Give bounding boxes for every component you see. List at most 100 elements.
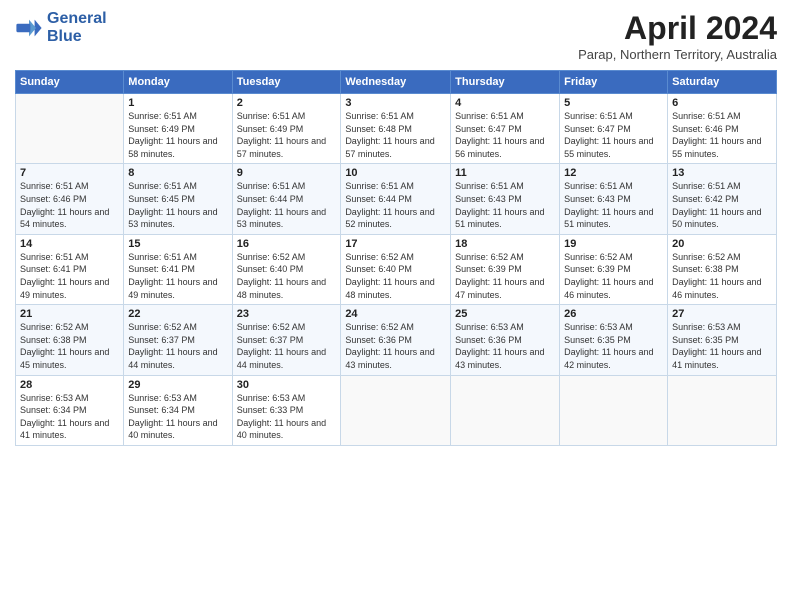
calendar-cell — [341, 375, 451, 445]
day-number: 11 — [455, 167, 555, 179]
calendar-cell: 19Sunrise: 6:52 AM Sunset: 6:39 PM Dayli… — [560, 234, 668, 304]
day-number: 1 — [128, 97, 227, 109]
calendar-cell: 8Sunrise: 6:51 AM Sunset: 6:45 PM Daylig… — [124, 164, 232, 234]
calendar-cell: 13Sunrise: 6:51 AM Sunset: 6:42 PM Dayli… — [668, 164, 777, 234]
cell-info: Sunrise: 6:51 AM Sunset: 6:43 PM Dayligh… — [564, 180, 663, 230]
day-number: 27 — [672, 308, 772, 320]
header-row: Sunday Monday Tuesday Wednesday Thursday… — [16, 71, 777, 94]
day-number: 9 — [237, 167, 337, 179]
day-number: 2 — [237, 97, 337, 109]
cell-info: Sunrise: 6:51 AM Sunset: 6:49 PM Dayligh… — [237, 110, 337, 160]
logo-line1: General — [47, 10, 107, 28]
col-tuesday: Tuesday — [232, 71, 341, 94]
day-number: 21 — [20, 308, 119, 320]
calendar-cell: 25Sunrise: 6:53 AM Sunset: 6:36 PM Dayli… — [451, 305, 560, 375]
cell-info: Sunrise: 6:51 AM Sunset: 6:42 PM Dayligh… — [672, 180, 772, 230]
calendar-cell — [560, 375, 668, 445]
day-number: 12 — [564, 167, 663, 179]
calendar-cell: 7Sunrise: 6:51 AM Sunset: 6:46 PM Daylig… — [16, 164, 124, 234]
day-number: 7 — [20, 167, 119, 179]
calendar-cell: 5Sunrise: 6:51 AM Sunset: 6:47 PM Daylig… — [560, 94, 668, 164]
calendar: Sunday Monday Tuesday Wednesday Thursday… — [15, 70, 777, 446]
cell-info: Sunrise: 6:51 AM Sunset: 6:46 PM Dayligh… — [672, 110, 772, 160]
calendar-cell: 17Sunrise: 6:52 AM Sunset: 6:40 PM Dayli… — [341, 234, 451, 304]
calendar-body: 1Sunrise: 6:51 AM Sunset: 6:49 PM Daylig… — [16, 94, 777, 446]
calendar-cell: 14Sunrise: 6:51 AM Sunset: 6:41 PM Dayli… — [16, 234, 124, 304]
col-saturday: Saturday — [668, 71, 777, 94]
day-number: 16 — [237, 238, 337, 250]
day-number: 22 — [128, 308, 227, 320]
calendar-cell — [668, 375, 777, 445]
calendar-cell: 16Sunrise: 6:52 AM Sunset: 6:40 PM Dayli… — [232, 234, 341, 304]
week-row-1: 7Sunrise: 6:51 AM Sunset: 6:46 PM Daylig… — [16, 164, 777, 234]
day-number: 13 — [672, 167, 772, 179]
cell-info: Sunrise: 6:52 AM Sunset: 6:40 PM Dayligh… — [237, 251, 337, 301]
week-row-2: 14Sunrise: 6:51 AM Sunset: 6:41 PM Dayli… — [16, 234, 777, 304]
cell-info: Sunrise: 6:51 AM Sunset: 6:41 PM Dayligh… — [128, 251, 227, 301]
col-friday: Friday — [560, 71, 668, 94]
cell-info: Sunrise: 6:53 AM Sunset: 6:35 PM Dayligh… — [564, 321, 663, 371]
cell-info: Sunrise: 6:53 AM Sunset: 6:36 PM Dayligh… — [455, 321, 555, 371]
col-wednesday: Wednesday — [341, 71, 451, 94]
day-number: 24 — [345, 308, 446, 320]
cell-info: Sunrise: 6:52 AM Sunset: 6:38 PM Dayligh… — [672, 251, 772, 301]
col-thursday: Thursday — [451, 71, 560, 94]
cell-info: Sunrise: 6:53 AM Sunset: 6:34 PM Dayligh… — [20, 392, 119, 442]
cell-info: Sunrise: 6:52 AM Sunset: 6:38 PM Dayligh… — [20, 321, 119, 371]
cell-info: Sunrise: 6:52 AM Sunset: 6:37 PM Dayligh… — [128, 321, 227, 371]
cell-info: Sunrise: 6:53 AM Sunset: 6:33 PM Dayligh… — [237, 392, 337, 442]
calendar-cell: 26Sunrise: 6:53 AM Sunset: 6:35 PM Dayli… — [560, 305, 668, 375]
day-number: 29 — [128, 379, 227, 391]
cell-info: Sunrise: 6:51 AM Sunset: 6:44 PM Dayligh… — [345, 180, 446, 230]
day-number: 20 — [672, 238, 772, 250]
page: General Blue April 2024 Parap, Northern … — [0, 0, 792, 612]
col-sunday: Sunday — [16, 71, 124, 94]
logo: General Blue — [15, 10, 107, 45]
cell-info: Sunrise: 6:53 AM Sunset: 6:34 PM Dayligh… — [128, 392, 227, 442]
week-row-3: 21Sunrise: 6:52 AM Sunset: 6:38 PM Dayli… — [16, 305, 777, 375]
calendar-cell: 11Sunrise: 6:51 AM Sunset: 6:43 PM Dayli… — [451, 164, 560, 234]
calendar-cell — [16, 94, 124, 164]
calendar-cell: 9Sunrise: 6:51 AM Sunset: 6:44 PM Daylig… — [232, 164, 341, 234]
cell-info: Sunrise: 6:51 AM Sunset: 6:41 PM Dayligh… — [20, 251, 119, 301]
day-number: 4 — [455, 97, 555, 109]
day-number: 3 — [345, 97, 446, 109]
calendar-cell: 28Sunrise: 6:53 AM Sunset: 6:34 PM Dayli… — [16, 375, 124, 445]
calendar-cell: 21Sunrise: 6:52 AM Sunset: 6:38 PM Dayli… — [16, 305, 124, 375]
calendar-cell: 27Sunrise: 6:53 AM Sunset: 6:35 PM Dayli… — [668, 305, 777, 375]
calendar-cell: 3Sunrise: 6:51 AM Sunset: 6:48 PM Daylig… — [341, 94, 451, 164]
calendar-cell: 10Sunrise: 6:51 AM Sunset: 6:44 PM Dayli… — [341, 164, 451, 234]
calendar-cell: 18Sunrise: 6:52 AM Sunset: 6:39 PM Dayli… — [451, 234, 560, 304]
cell-info: Sunrise: 6:51 AM Sunset: 6:47 PM Dayligh… — [564, 110, 663, 160]
title-area: April 2024 Parap, Northern Territory, Au… — [578, 10, 777, 62]
day-number: 25 — [455, 308, 555, 320]
calendar-header: Sunday Monday Tuesday Wednesday Thursday… — [16, 71, 777, 94]
month-title: April 2024 — [578, 10, 777, 47]
cell-info: Sunrise: 6:51 AM Sunset: 6:43 PM Dayligh… — [455, 180, 555, 230]
calendar-cell: 15Sunrise: 6:51 AM Sunset: 6:41 PM Dayli… — [124, 234, 232, 304]
calendar-cell: 12Sunrise: 6:51 AM Sunset: 6:43 PM Dayli… — [560, 164, 668, 234]
cell-info: Sunrise: 6:51 AM Sunset: 6:45 PM Dayligh… — [128, 180, 227, 230]
cell-info: Sunrise: 6:51 AM Sunset: 6:48 PM Dayligh… — [345, 110, 446, 160]
day-number: 19 — [564, 238, 663, 250]
day-number: 18 — [455, 238, 555, 250]
day-number: 26 — [564, 308, 663, 320]
calendar-cell: 20Sunrise: 6:52 AM Sunset: 6:38 PM Dayli… — [668, 234, 777, 304]
cell-info: Sunrise: 6:52 AM Sunset: 6:37 PM Dayligh… — [237, 321, 337, 371]
day-number: 15 — [128, 238, 227, 250]
day-number: 30 — [237, 379, 337, 391]
day-number: 28 — [20, 379, 119, 391]
cell-info: Sunrise: 6:51 AM Sunset: 6:49 PM Dayligh… — [128, 110, 227, 160]
week-row-0: 1Sunrise: 6:51 AM Sunset: 6:49 PM Daylig… — [16, 94, 777, 164]
calendar-cell: 22Sunrise: 6:52 AM Sunset: 6:37 PM Dayli… — [124, 305, 232, 375]
day-number: 14 — [20, 238, 119, 250]
calendar-cell: 24Sunrise: 6:52 AM Sunset: 6:36 PM Dayli… — [341, 305, 451, 375]
calendar-cell: 1Sunrise: 6:51 AM Sunset: 6:49 PM Daylig… — [124, 94, 232, 164]
calendar-cell: 30Sunrise: 6:53 AM Sunset: 6:33 PM Dayli… — [232, 375, 341, 445]
calendar-cell: 29Sunrise: 6:53 AM Sunset: 6:34 PM Dayli… — [124, 375, 232, 445]
calendar-cell: 2Sunrise: 6:51 AM Sunset: 6:49 PM Daylig… — [232, 94, 341, 164]
cell-info: Sunrise: 6:52 AM Sunset: 6:36 PM Dayligh… — [345, 321, 446, 371]
cell-info: Sunrise: 6:51 AM Sunset: 6:44 PM Dayligh… — [237, 180, 337, 230]
cell-info: Sunrise: 6:51 AM Sunset: 6:46 PM Dayligh… — [20, 180, 119, 230]
subtitle: Parap, Northern Territory, Australia — [578, 47, 777, 62]
